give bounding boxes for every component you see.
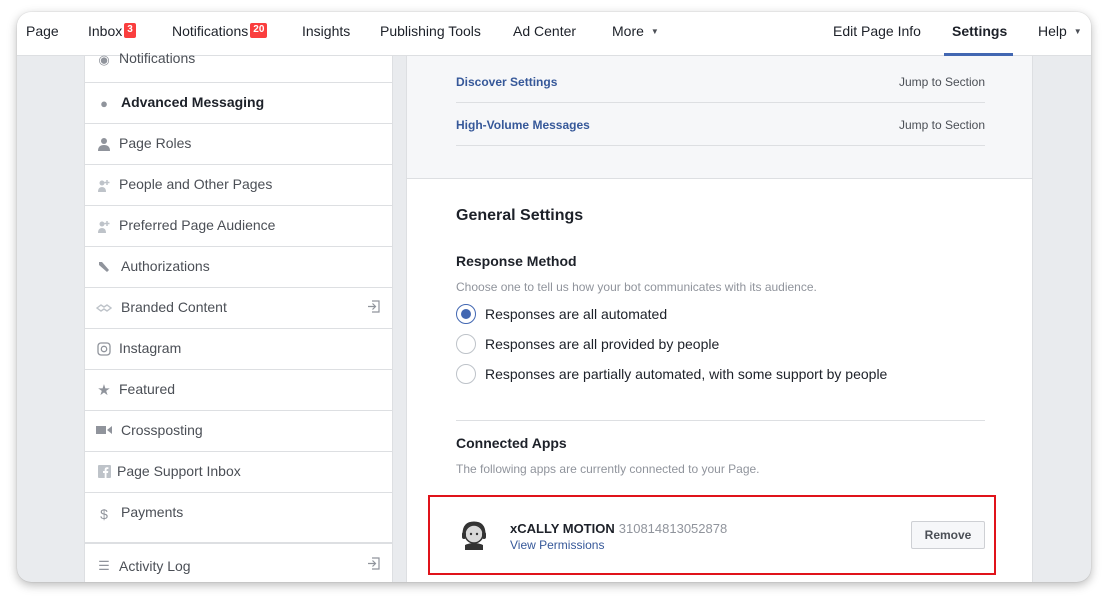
sidebar-item-label: Crossposting [121, 422, 203, 438]
app-avatar-icon [457, 519, 491, 553]
radio-button[interactable] [456, 334, 476, 354]
sidebar-item-branded-content[interactable]: Branded Content [85, 288, 392, 329]
sidebar-item-label: Payments [121, 504, 184, 520]
general-settings-panel: General Settings Response Method Choose … [406, 178, 1033, 582]
nav-publishing-tools-label: Publishing Tools [380, 23, 481, 39]
globe-icon: ◉ [98, 52, 110, 67]
nav-more[interactable]: More ▼ [612, 12, 659, 56]
radio-button[interactable] [456, 304, 476, 324]
nav-settings[interactable]: Settings [943, 12, 1014, 56]
sidebar-item-label: Notifications [119, 50, 196, 66]
radio-button[interactable] [456, 364, 476, 384]
enter-icon [367, 557, 380, 573]
radio-label: Responses are all provided by people [485, 336, 720, 352]
section-row-high-volume-messages: High-Volume Messages Jump to Section [456, 104, 985, 146]
nav-publishing-tools[interactable]: Publishing Tools [380, 12, 481, 56]
radio-label: Responses are all automated [485, 306, 668, 322]
video-camera-icon [96, 424, 112, 440]
nav-insights-label: Insights [302, 23, 351, 39]
app-id: 310814813052878 [618, 521, 728, 536]
inbox-badge: 3 [124, 23, 136, 38]
sidebar-item-authorizations[interactable]: Authorizations [85, 247, 392, 288]
sidebar-item-activity-log[interactable]: ☰ Activity Log [84, 543, 393, 582]
nav-page-label: Page [26, 23, 59, 39]
high-volume-messages-link[interactable]: High-Volume Messages [456, 118, 590, 132]
sidebar-item-advanced-messaging[interactable]: ● Advanced Messaging [85, 83, 392, 124]
response-method-description: Choose one to tell us how your bot commu… [456, 280, 817, 294]
person-plus-icon [96, 219, 112, 235]
dollar-icon: $ [100, 506, 108, 522]
sidebar-item-label: Preferred Page Audience [119, 217, 276, 233]
list-icon: ☰ [98, 558, 110, 573]
sidebar-item-payments[interactable]: $ Payments [85, 493, 392, 534]
sidebar-item-page-roles[interactable]: Page Roles [85, 124, 392, 165]
sidebar-item-label: Page Roles [119, 135, 192, 151]
star-icon: ★ [97, 382, 111, 399]
sidebar-item-label: Activity Log [119, 558, 191, 574]
sidebar-item-label: Authorizations [121, 258, 210, 274]
sidebar-item-preferred-page-audience[interactable]: Preferred Page Audience [85, 206, 392, 247]
divider [456, 420, 985, 421]
jump-to-section-link[interactable]: Jump to Section [899, 118, 985, 132]
sidebar-item-people-and-other-pages[interactable]: People and Other Pages [85, 165, 392, 206]
caret-down-icon: ▼ [650, 27, 659, 36]
remove-app-button[interactable]: Remove [911, 521, 985, 549]
connected-app-highlight-box: xCALLY MOTION 310814813052878 View Permis… [428, 495, 996, 575]
nav-help-label: Help [1038, 23, 1067, 39]
discover-settings-link[interactable]: Discover Settings [456, 75, 557, 89]
nav-notifications-label: Notifications [172, 23, 249, 39]
sidebar-item-crossposting[interactable]: Crossposting [85, 411, 392, 452]
section-shortcuts-panel: Discover Settings Jump to Section High-V… [406, 56, 1033, 178]
nav-settings-label: Settings [952, 23, 1008, 39]
sidebar-item-label: People and Other Pages [119, 176, 273, 192]
nav-page[interactable]: Page [26, 12, 59, 56]
instagram-icon [96, 342, 112, 358]
radio-label: Responses are partially automated, with … [485, 366, 888, 382]
messenger-icon: ● [100, 96, 108, 111]
wrench-icon [96, 260, 112, 276]
sidebar-item-label: Page Support Inbox [117, 463, 241, 479]
window-frame: Page Inbox 3 Notifications 20 Insights Pub… [17, 12, 1091, 582]
nav-ad-center[interactable]: Ad Center [513, 12, 576, 56]
view-permissions-link[interactable]: View Permissions [510, 538, 604, 552]
person-icon [96, 137, 112, 153]
app-name: xCALLY MOTION 310814813052878 [510, 521, 727, 536]
nav-help[interactable]: Help ▼ [1038, 12, 1082, 56]
sidebar-item-page-support-inbox[interactable]: Page Support Inbox [85, 452, 392, 493]
settings-sidebar: ◉ Notifications ● Advanced Messaging Pag… [84, 50, 393, 543]
connected-apps-title: Connected Apps [456, 435, 567, 451]
app-name-text: xCALLY MOTION [510, 521, 615, 536]
nav-more-label: More [612, 23, 644, 39]
jump-to-section-link[interactable]: Jump to Section [899, 75, 985, 89]
sidebar-item-label: Instagram [119, 340, 182, 356]
nav-ad-center-label: Ad Center [513, 23, 577, 39]
notifications-badge: 20 [250, 23, 268, 38]
sidebar-item-notifications[interactable]: ◉ Notifications [85, 42, 392, 83]
sidebar-item-label: Branded Content [121, 299, 227, 315]
sidebar-item-featured[interactable]: ★ Featured [85, 370, 392, 411]
nav-inbox-label: Inbox [88, 23, 123, 39]
nav-edit-page-info[interactable]: Edit Page Info [833, 12, 921, 56]
response-method-title: Response Method [456, 253, 577, 269]
section-row-discover-settings: Discover Settings Jump to Section [456, 61, 985, 103]
sidebar-item-instagram[interactable]: Instagram [85, 329, 392, 370]
caret-down-icon: ▼ [1073, 27, 1082, 36]
general-settings-title: General Settings [456, 207, 584, 224]
nav-edit-page-info-label: Edit Page Info [833, 23, 921, 39]
sidebar-item-label: Featured [119, 381, 176, 397]
person-plus-icon [96, 178, 112, 194]
connected-apps-description: The following apps are currently connect… [456, 462, 760, 476]
facebook-icon [96, 465, 112, 481]
enter-icon [367, 300, 380, 316]
handshake-icon [95, 301, 113, 317]
sidebar-item-label: Advanced Messaging [121, 94, 265, 110]
